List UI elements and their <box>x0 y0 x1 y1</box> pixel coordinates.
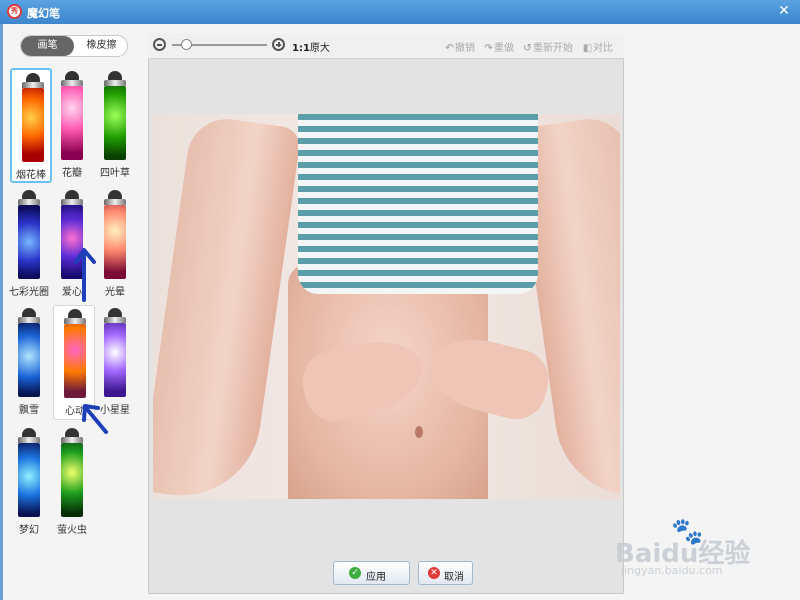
pen-firefly[interactable]: 萤火虫 <box>51 425 93 540</box>
pen-clover[interactable]: 四叶草 <box>94 68 136 183</box>
actual-size-button[interactable]: 1:1原大 <box>292 39 330 54</box>
undo-button[interactable]: ↶撤销 <box>444 39 475 54</box>
annotation-arrow-up-icon <box>74 248 96 302</box>
compare-icon: ◧ <box>582 43 593 54</box>
reset-label: 重新开始 <box>533 43 573 54</box>
cancel-button[interactable]: ✕ 取消 <box>418 561 473 585</box>
photo-striped-shirt <box>298 114 538 294</box>
tab-eraser[interactable]: 橡皮擦 <box>75 36 127 56</box>
pen-fireworks[interactable]: 烟花棒 <box>10 68 52 183</box>
tool-tabs: 画笔 橡皮擦 <box>20 35 128 57</box>
fireworks-pen-icon <box>22 88 44 162</box>
compare-button[interactable]: ◧对比 <box>582 39 613 54</box>
app-logo-icon: 秀 <box>7 4 22 19</box>
pen-label: 四叶草 <box>100 168 130 179</box>
pen-label: 飘雪 <box>19 405 39 416</box>
clover-pen-icon <box>104 86 126 160</box>
undo-label: 撤销 <box>455 43 475 54</box>
ratio-label: 原大 <box>309 43 330 54</box>
dream-pen-icon <box>18 443 40 517</box>
redo-icon: ↷ <box>484 43 493 54</box>
cancel-icon: ✕ <box>428 567 440 579</box>
apply-button[interactable]: ✓ 应用 <box>333 561 410 585</box>
check-icon: ✓ <box>349 567 361 579</box>
pen-dream[interactable]: 梦幻 <box>8 425 50 540</box>
tab-brush[interactable]: 画笔 <box>21 36 74 56</box>
apply-label: 应用 <box>366 572 386 583</box>
pen-rainbow-ring[interactable]: 七彩光圈 <box>8 187 50 302</box>
window-title: 魔幻笔 <box>27 7 60 20</box>
zoom-in-icon[interactable] <box>272 38 285 51</box>
redo-label: 重做 <box>494 43 514 54</box>
heartbeat-pen-icon <box>64 324 86 398</box>
petal-pen-icon <box>61 86 83 160</box>
firefly-pen-icon <box>61 443 83 517</box>
little-star-pen-icon <box>104 323 126 397</box>
photo-navel <box>415 426 423 438</box>
zoom-slider-thumb[interactable] <box>181 39 192 50</box>
reset-button[interactable]: ↺重新开始 <box>522 39 573 54</box>
pen-petal[interactable]: 花瓣 <box>51 68 93 183</box>
reset-icon: ↺ <box>523 43 532 54</box>
edit-photo[interactable] <box>153 114 620 499</box>
close-icon[interactable]: ✕ <box>776 3 792 19</box>
title-bar: 秀 魔幻笔 ✕ <box>0 0 800 24</box>
rainbow-ring-pen-icon <box>18 205 40 279</box>
pen-label: 萤火虫 <box>57 525 87 536</box>
ratio-value: 1:1 <box>292 43 310 54</box>
undo-icon: ↶ <box>445 43 454 54</box>
redo-button[interactable]: ↷重做 <box>483 39 514 54</box>
annotation-arrow-diagonal-icon <box>82 404 108 434</box>
pen-snow[interactable]: 飘雪 <box>8 305 50 420</box>
compare-label: 对比 <box>593 43 613 54</box>
cancel-label: 取消 <box>444 572 464 583</box>
snow-pen-icon <box>18 323 40 397</box>
zoom-out-icon[interactable] <box>153 38 166 51</box>
window-border <box>0 24 3 600</box>
